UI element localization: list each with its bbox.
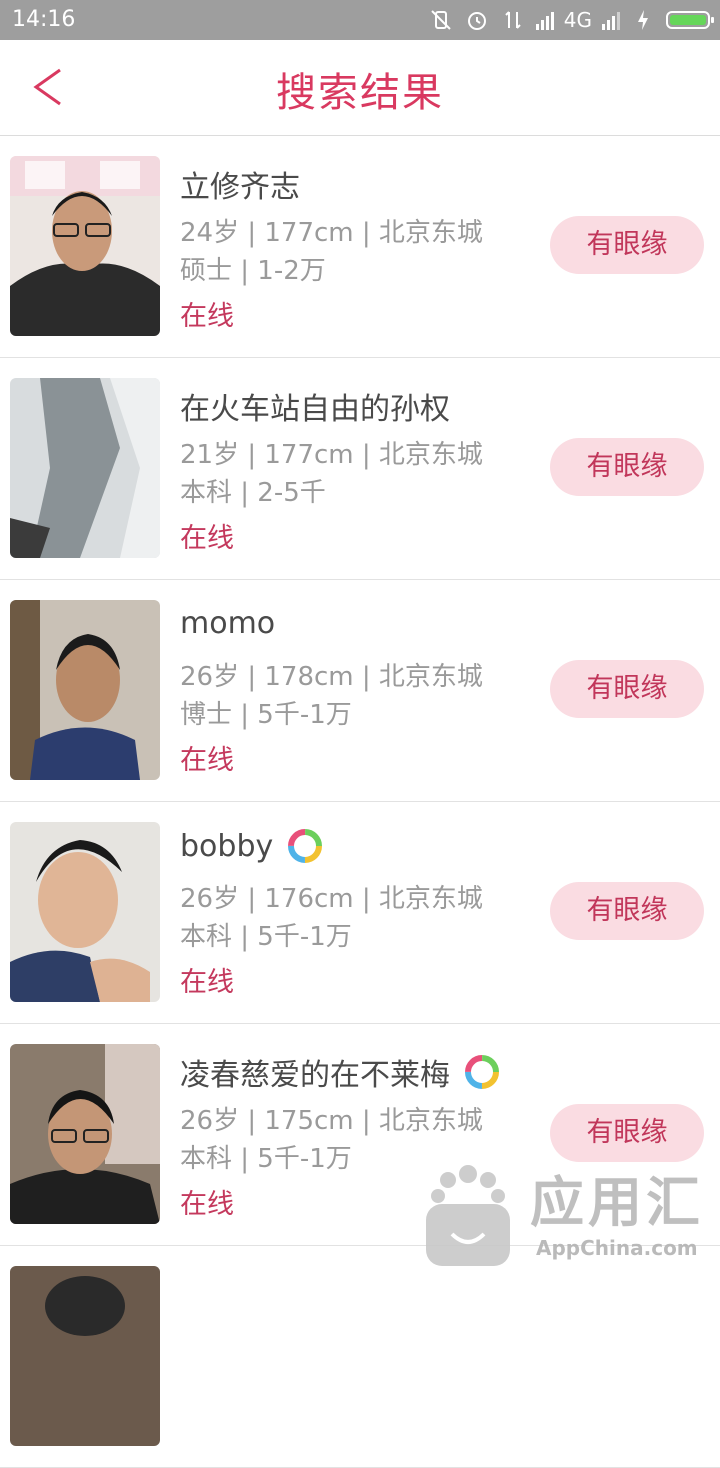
user-name: 在火车站自由的孙权 (180, 392, 450, 427)
vibrate-off-icon (428, 7, 454, 33)
user-basic-info: 21岁 | 177cm | 北京东城 (180, 440, 483, 470)
online-status: 在线 (180, 967, 234, 998)
like-button[interactable]: 有眼缘 (550, 216, 704, 274)
header: 搜索结果 (0, 40, 720, 136)
list-item[interactable]: bobby 26岁 | 176cm | 北京东城 本科 | 5千-1万 在线 有… (0, 802, 720, 1024)
vip-badge-icon (288, 829, 323, 863)
list-item-partial[interactable] (0, 1246, 720, 1468)
online-status: 在线 (180, 523, 234, 554)
appchina-logo-icon (426, 1165, 510, 1266)
online-status: 在线 (180, 301, 234, 332)
list-item[interactable]: momo 26岁 | 178cm | 北京东城 博士 | 5千-1万 在线 有眼… (0, 580, 720, 802)
user-education-income: 博士 | 5千-1万 (180, 700, 352, 730)
user-basic-info: 26岁 | 175cm | 北京东城 (180, 1106, 483, 1136)
watermark-logo-text: 应用汇 (530, 1171, 704, 1234)
watermark-subtext: AppChina.com (536, 1236, 698, 1260)
network-type: 4G (563, 8, 592, 32)
signal-icon (535, 10, 554, 30)
avatar[interactable] (10, 156, 160, 336)
list-item[interactable]: 在火车站自由的孙权 21岁 | 177cm | 北京东城 本科 | 2-5千 在… (0, 358, 720, 580)
user-education-income: 本科 | 5千-1万 (180, 1144, 352, 1174)
user-basic-info: 26岁 | 178cm | 北京东城 (180, 662, 483, 692)
avatar[interactable] (10, 1044, 160, 1224)
user-basic-info: 26岁 | 176cm | 北京东城 (180, 884, 483, 914)
user-basic-info: 24岁 | 177cm | 北京东城 (180, 218, 483, 248)
user-education-income: 本科 | 2-5千 (180, 478, 326, 508)
status-icons: 4G (428, 6, 714, 34)
data-transfer-icon (500, 7, 526, 33)
like-button[interactable]: 有眼缘 (550, 660, 704, 718)
user-name: momo (180, 606, 276, 641)
online-status: 在线 (180, 1189, 234, 1220)
like-button[interactable]: 有眼缘 (550, 438, 704, 496)
avatar[interactable] (10, 378, 160, 558)
signal-icon-2 (602, 10, 620, 30)
user-name: 立修齐志 (180, 170, 300, 205)
user-name: bobby (180, 828, 323, 864)
like-button[interactable]: 有眼缘 (550, 1104, 704, 1162)
page-title: 搜索结果 (276, 70, 444, 116)
user-name: 凌春慈爱的在不莱梅 (180, 1050, 500, 1094)
online-status: 在线 (180, 745, 234, 776)
watermark: 应用汇 AppChina.com (412, 1158, 712, 1274)
battery-icon (666, 11, 714, 29)
avatar[interactable] (10, 1266, 160, 1446)
like-button[interactable]: 有眼缘 (550, 882, 704, 940)
status-bar: 14:16 4G (0, 0, 720, 40)
charging-icon (630, 7, 656, 33)
vip-badge-icon (465, 1055, 499, 1089)
user-education-income: 硕士 | 1-2万 (180, 256, 326, 286)
user-education-income: 本科 | 5千-1万 (180, 922, 352, 952)
avatar[interactable] (10, 822, 160, 1002)
alarm-icon (464, 7, 490, 33)
avatar[interactable] (10, 600, 160, 780)
status-time: 14:16 (12, 7, 76, 32)
list-item[interactable]: 立修齐志 24岁 | 177cm | 北京东城 硕士 | 1-2万 在线 有眼缘 (0, 136, 720, 358)
